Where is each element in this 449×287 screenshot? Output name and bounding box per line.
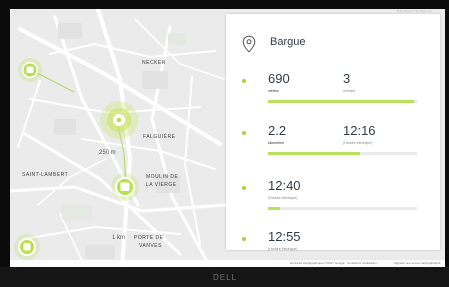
map-label-falguiere: FALGUIÈRE bbox=[143, 134, 176, 140]
bus-stop-center[interactable] bbox=[111, 173, 139, 201]
trip-row-2[interactable]: 2.2 kilomètres 12:16 (Horaire théorique) bbox=[226, 121, 440, 171]
screen: NECKER FALGUIÈRE SAINT-LAMBERT MOULIN DE… bbox=[10, 9, 445, 267]
progress-bar bbox=[268, 207, 417, 210]
map-label-saint-lambert: SAINT-LAMBERT bbox=[22, 172, 69, 178]
map-label-moulin-line1: MOULIN DE bbox=[146, 174, 179, 180]
progress-bar bbox=[268, 100, 417, 103]
time-value: 12:40 bbox=[268, 178, 301, 193]
monitor-left-bezel bbox=[0, 0, 10, 287]
progress-fill bbox=[268, 152, 361, 155]
row-marker bbox=[242, 79, 246, 83]
bus-icon bbox=[23, 243, 31, 251]
time-note: (Horaire théorique) bbox=[268, 196, 298, 200]
trip-row-3[interactable]: 12:40 (Horaire théorique) bbox=[226, 176, 440, 226]
bus-icon bbox=[120, 182, 130, 191]
bus-stop-left[interactable] bbox=[18, 58, 42, 82]
footer-copyright: Données cartographiques ©2017 Google bbox=[290, 261, 345, 265]
map-scale-250m: 250 m bbox=[99, 150, 116, 156]
time-note: (Horaire théorique) bbox=[343, 141, 373, 145]
time-value: 12:55 bbox=[268, 229, 301, 244]
map-label-moulin-line2: LA VIERGE bbox=[146, 182, 177, 188]
progress-fill bbox=[268, 100, 415, 103]
monitor-logo: DELL bbox=[212, 273, 237, 282]
current-location-marker[interactable] bbox=[113, 114, 125, 126]
row-marker bbox=[242, 186, 246, 190]
monitor-bottom-bezel: DELL bbox=[0, 267, 449, 287]
duration-unit: minutes bbox=[343, 89, 356, 93]
progress-bar bbox=[268, 152, 417, 155]
trip-row-1[interactable]: 690 mètres 3 minutes bbox=[226, 69, 440, 119]
report-error-link[interactable]: Signaler une erreur cartographique bbox=[394, 261, 441, 265]
bus-icon bbox=[26, 66, 34, 73]
time-value: 12:16 bbox=[343, 123, 376, 138]
distance-value: 2.2 bbox=[268, 123, 287, 138]
location-pin-icon bbox=[242, 35, 256, 53]
monitor-top-bezel bbox=[0, 0, 449, 9]
row-marker bbox=[242, 237, 246, 241]
distance-value: 690 bbox=[268, 71, 290, 86]
map-label-porte-line2: VANVES bbox=[139, 243, 162, 249]
terms-link[interactable]: Conditions d'utilisation bbox=[347, 261, 377, 265]
monitor-frame: DELL NECKER FALGUIÈRE SAINT-LAMBERT MOUL… bbox=[0, 0, 449, 287]
row-marker bbox=[242, 131, 246, 135]
progress-fill bbox=[268, 207, 280, 210]
time-note: (Horaire théorique) bbox=[268, 247, 298, 251]
map-label-pantheon: Panthéon Sorbonne bbox=[397, 9, 433, 13]
map-label-necker: NECKER bbox=[142, 60, 166, 66]
trip-panel: Bargue 690 mètres 3 minutes 2.2 kilomètr… bbox=[226, 14, 440, 261]
monitor-right-bezel bbox=[445, 0, 449, 287]
distance-unit: kilomètres bbox=[268, 141, 284, 145]
distance-unit: mètres bbox=[268, 89, 279, 93]
destination-title: Bargue bbox=[270, 36, 306, 48]
duration-value: 3 bbox=[343, 71, 351, 86]
map-footer: Données cartographiques ©2017 Google Con… bbox=[10, 260, 445, 267]
map-label-porte-line1: PORTE DE bbox=[134, 235, 164, 241]
map-scale-1km: 1 km bbox=[112, 235, 126, 241]
bus-stop-bottom[interactable] bbox=[14, 234, 40, 260]
